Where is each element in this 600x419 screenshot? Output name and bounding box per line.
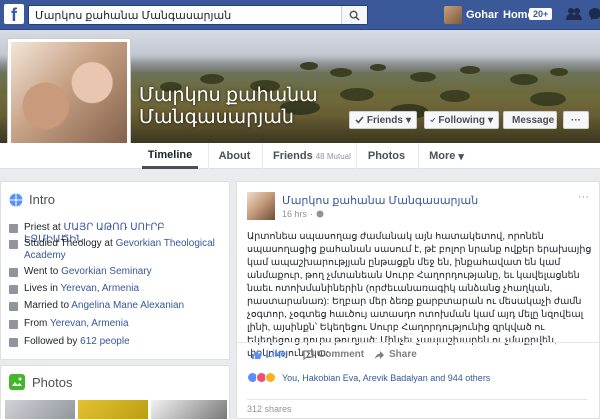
photo-thumbnail[interactable] — [5, 400, 75, 419]
intro-item-from: From Yerevan, Armenia — [9, 318, 224, 330]
profile-picture-image — [11, 42, 127, 158]
thumbs-up-icon — [252, 350, 262, 359]
intro-item-prefix: Studied Theology at — [24, 238, 116, 249]
intro-item-link[interactable]: 612 people — [80, 336, 130, 347]
post-text: Արտոնեա սպասողաց ժամանակ այն հատակետով, … — [247, 231, 592, 359]
intro-item-link[interactable]: Yerevan, Armenia — [61, 283, 140, 294]
messages-icon[interactable] — [588, 7, 600, 21]
tab-friends-label: Friends — [273, 150, 313, 162]
friends-button-label: Friends — [366, 114, 403, 126]
intro-item-prefix: Went to — [24, 266, 62, 277]
intro-item-school: Went to Gevorkian Seminary — [9, 266, 224, 278]
search-icon — [349, 10, 360, 21]
intro-item-prefix: Lives in — [24, 283, 61, 294]
search-input[interactable]: Մարկոս քահանա Մանգասարյան — [28, 5, 368, 25]
post-card: Մարկոս քահանա Մանգասարյան 16 hrs · ··· Ա… — [236, 181, 600, 419]
post-options-button[interactable]: ··· — [578, 191, 589, 203]
tab-friends[interactable]: Friends 48 Mutual — [262, 143, 354, 169]
tab-timeline[interactable]: Timeline — [142, 143, 198, 169]
checkmark-icon — [355, 116, 364, 124]
intro-item-prefix: From — [24, 318, 50, 329]
intro-card: Intro Priest at ՄԱՅՐ ԱԹՈՌ ՍՈՒՐԲ ԷՋՄԻԱԾԻՆ… — [0, 181, 230, 360]
intro-item-prefix: Priest at — [24, 222, 64, 233]
comment-button[interactable]: Comment — [303, 349, 364, 360]
post-actions-bar: Like Comment Share — [237, 342, 599, 368]
message-button[interactable]: Message — [503, 111, 557, 129]
home-icon — [9, 285, 18, 294]
intro-item-link[interactable]: Gevorkian Seminary — [61, 266, 152, 277]
comment-icon — [303, 349, 314, 360]
checkmark-icon — [430, 117, 436, 123]
intro-item-link[interactable]: Angelina Mane Alexanian — [71, 300, 184, 311]
message-button-label: Message — [512, 114, 555, 126]
chevron-down-icon: ▾ — [458, 150, 464, 163]
globe-icon: · — [310, 209, 314, 219]
rss-icon — [9, 338, 18, 347]
following-button[interactable]: Following ▾ — [424, 111, 499, 129]
share-arrow-icon — [375, 350, 384, 359]
profile-name[interactable]: Մարկոս քահանա Մանգասարյան — [139, 85, 339, 129]
intro-item-lives: Lives in Yerevan, Armenia — [9, 283, 224, 295]
photos-title[interactable]: Photos — [32, 375, 72, 390]
search-button[interactable] — [341, 6, 367, 24]
intro-item-married: Married to Angelina Mane Alexanian — [9, 300, 224, 312]
more-options-button[interactable]: ··· — [563, 111, 589, 129]
share-label: Share — [389, 349, 417, 360]
friends-button[interactable]: Friends ▾ — [349, 111, 417, 129]
photos-card: Photos — [0, 365, 230, 419]
post-meta: 16 hrs · — [282, 209, 324, 219]
tab-more[interactable]: More ▾ — [418, 143, 474, 169]
intro-item-studied: Studied Theology at Gevorkian Theologica… — [9, 238, 224, 262]
friend-requests-icon[interactable] — [566, 7, 582, 21]
facebook-logo[interactable]: f — [4, 4, 24, 24]
reactions-text[interactable]: You, Hakobian Eva, Arevik Badalyan and 9… — [282, 373, 490, 383]
following-button-label: Following — [438, 114, 485, 126]
intro-item-prefix: Followed by — [24, 336, 81, 347]
tab-about[interactable]: About — [208, 143, 260, 169]
search-query[interactable]: Մարկոս քահանա Մանգասարյան — [35, 9, 231, 22]
photo-thumbnail[interactable] — [78, 400, 148, 419]
intro-title: Intro — [29, 192, 56, 207]
chevron-down-icon: ▾ — [405, 114, 411, 126]
sad-reaction-icon — [265, 372, 276, 383]
photos-header: Photos — [9, 374, 72, 390]
location-pin-icon — [9, 320, 18, 329]
post-author-name[interactable]: Մարկոս քահանա Մանգասարյան — [282, 194, 478, 207]
profile-tab-bar: Timeline About Friends 48 Mutual Photos … — [0, 143, 600, 169]
briefcase-icon — [9, 224, 18, 233]
shares-count[interactable]: 312 shares — [247, 399, 587, 414]
tab-more-label: More — [429, 150, 456, 162]
intro-item-link[interactable]: Yerevan, Armenia — [50, 318, 129, 329]
post-author-avatar[interactable] — [247, 192, 275, 220]
mutual-friends-count: 48 Mutual — [315, 151, 351, 161]
photos-icon — [9, 374, 25, 390]
graduation-cap-icon — [9, 240, 18, 249]
intro-item-prefix: Married to — [24, 300, 72, 311]
reactions-summary[interactable]: You, Hakobian Eva, Arevik Badalyan and 9… — [247, 372, 490, 383]
post-timestamp[interactable]: 16 hrs — [282, 209, 307, 219]
comment-label: Comment — [318, 349, 365, 360]
intro-header: Intro — [9, 192, 55, 207]
graduation-cap-icon — [9, 268, 18, 277]
chevron-down-icon: ▾ — [487, 114, 493, 126]
public-globe-icon — [316, 210, 324, 218]
intro-item-followers: Followed by 612 people — [9, 336, 224, 348]
top-navigation-bar: f Մարկոս քահանա Մանգասարյան Gohar Home 2… — [0, 0, 600, 30]
user-name-link[interactable]: Gohar — [466, 9, 498, 21]
like-label: Like — [266, 349, 287, 360]
globe-icon — [9, 193, 23, 206]
user-avatar[interactable] — [444, 6, 462, 24]
photo-thumbnail[interactable] — [151, 400, 227, 419]
tab-photos[interactable]: Photos — [356, 143, 416, 169]
like-button[interactable]: Like — [251, 349, 286, 360]
heart-icon — [9, 302, 18, 311]
home-notification-badge: 20+ — [529, 8, 553, 20]
share-button[interactable]: Share — [374, 349, 417, 360]
